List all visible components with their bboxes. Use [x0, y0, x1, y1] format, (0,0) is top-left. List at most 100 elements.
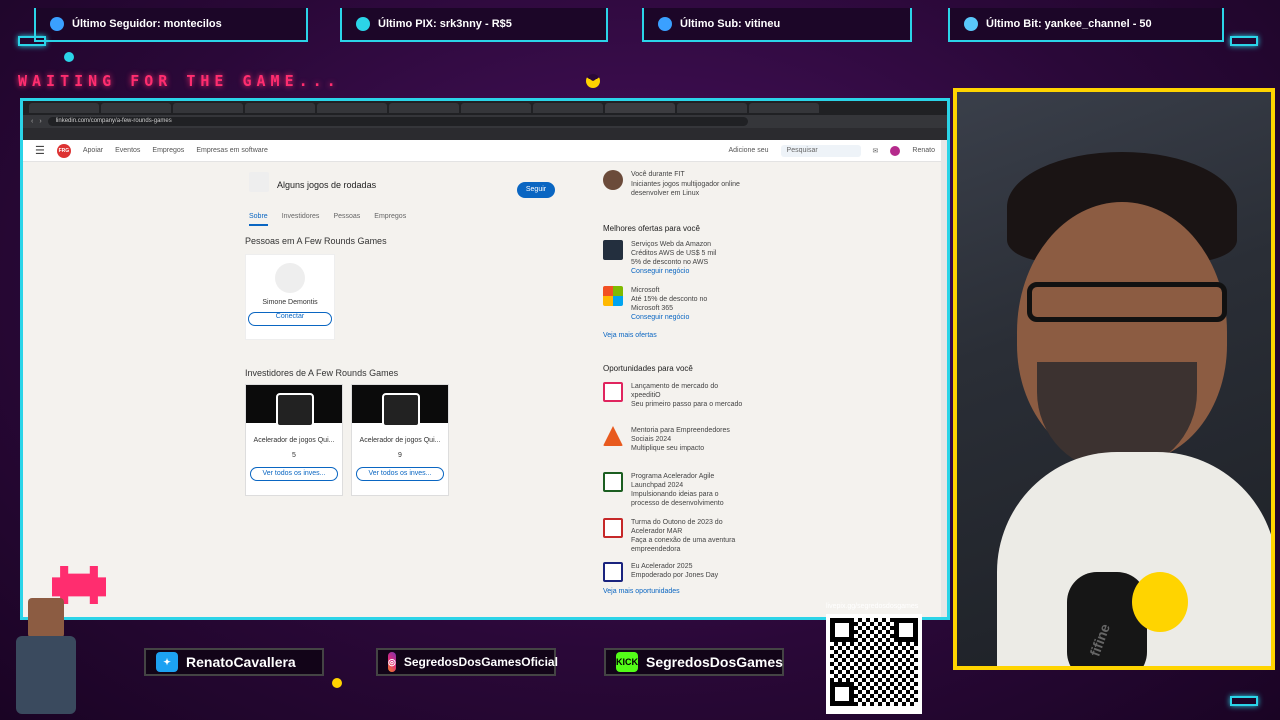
- opportunity-desc: Empoderado por Jones Day: [631, 572, 719, 579]
- company-subtabs: Sobre Investidores Pessoas Empregos: [249, 213, 406, 226]
- opportunity-icon: [603, 518, 623, 538]
- twitter-icon: ✦: [156, 652, 178, 672]
- see-all-investors-button[interactable]: Ver todos os inves...: [356, 467, 444, 481]
- dollar-icon: [356, 17, 370, 31]
- qr-pattern: [830, 618, 918, 706]
- investor-banner: [246, 385, 342, 427]
- opportunity-title: Lançamento de mercado do xpeeditiO: [631, 383, 719, 399]
- browser-tab[interactable]: [101, 103, 171, 113]
- browser-tab[interactable]: [317, 103, 387, 113]
- smiley-icon: [1132, 572, 1188, 632]
- tab-people[interactable]: Pessoas: [333, 213, 360, 226]
- pixel-avatar: [6, 596, 86, 716]
- linkedin-page: ☰ FRG Apoiar Eventos Empregos Empresas e…: [23, 140, 947, 617]
- aws-icon: [603, 240, 623, 260]
- nav-link[interactable]: Eventos: [115, 147, 140, 154]
- user-name[interactable]: Renato: [912, 147, 935, 154]
- microsoft-icon: [603, 286, 623, 306]
- webcam-feed: fifine: [953, 88, 1275, 670]
- opportunity-title: Mentoria para Empreendedores Sociais 202…: [631, 427, 730, 443]
- avatar[interactable]: [890, 145, 901, 156]
- browser-tab[interactable]: [245, 103, 315, 113]
- back-icon[interactable]: ‹: [31, 118, 33, 125]
- tab-jobs[interactable]: Empregos: [374, 213, 406, 226]
- browser-tab-active[interactable]: [605, 103, 675, 113]
- browser-tab[interactable]: [677, 103, 747, 113]
- connect-button[interactable]: Conectar: [248, 312, 332, 326]
- social-label: SegredosDosGames: [646, 654, 783, 670]
- nav-link[interactable]: Empresas em software: [196, 147, 268, 154]
- nav-link[interactable]: Apoiar: [83, 147, 103, 154]
- menu-icon[interactable]: ☰: [35, 144, 45, 157]
- browser-tab[interactable]: [461, 103, 531, 113]
- people-heading: Pessoas em A Few Rounds Games: [245, 236, 387, 246]
- tab-investors[interactable]: Investidores: [282, 213, 320, 226]
- company-logo-small[interactable]: FRG: [56, 143, 71, 158]
- search-input[interactable]: Pesquisar: [780, 144, 861, 157]
- browser-tab[interactable]: [533, 103, 603, 113]
- investor-logo: [382, 393, 420, 427]
- social-twitter[interactable]: ✦ RenatoCavallera: [144, 648, 324, 676]
- alert-last-sub: Último Sub: vitineu: [642, 8, 912, 42]
- kick-icon: KICK: [616, 652, 638, 672]
- browser-tab[interactable]: [389, 103, 459, 113]
- see-more-opps-link[interactable]: Veja mais oportunidades: [603, 588, 680, 595]
- streamer-glasses: [1027, 282, 1227, 322]
- person-avatar: [275, 263, 305, 293]
- follow-button[interactable]: Seguir: [517, 182, 555, 198]
- neon-accent: [1230, 696, 1258, 706]
- offer-title: Serviços Web da Amazon: [631, 241, 712, 248]
- scrollbar[interactable]: [941, 140, 947, 617]
- tab-about[interactable]: Sobre: [249, 213, 268, 226]
- alert-label: Último PIX: srk3nny - R$5: [378, 18, 512, 30]
- dot-decoration: [332, 678, 342, 688]
- opportunity-desc: Seu primeiro passo para o mercado: [631, 401, 743, 408]
- social-kick[interactable]: KICK SegredosDosGames: [604, 648, 784, 676]
- social-label: SegredosDosGamesOficial: [403, 655, 558, 669]
- browser-tab[interactable]: [29, 103, 99, 113]
- offer-desc: Até 15% de desconto no: [631, 296, 708, 303]
- opportunity-icon: [603, 562, 623, 582]
- star-icon: [658, 17, 672, 31]
- mail-icon[interactable]: ✉: [873, 147, 879, 155]
- nav-add-link[interactable]: Adicione seu: [728, 147, 768, 154]
- nav-link[interactable]: Empregos: [152, 147, 184, 154]
- offer-title: Microsoft: [631, 287, 660, 294]
- linkedin-topnav: ☰ FRG Apoiar Eventos Empregos Empresas e…: [23, 140, 947, 162]
- opps-heading: Oportunidades para você: [603, 364, 693, 373]
- person-name[interactable]: Simone Demontis: [246, 299, 334, 306]
- see-all-investors-button[interactable]: Ver todos os inves...: [250, 467, 338, 481]
- investor-logo: [276, 393, 314, 427]
- forward-icon[interactable]: ›: [39, 118, 41, 125]
- investor-banner: [352, 385, 448, 427]
- address-bar: ‹ › linkedin.com/company/a-few-rounds-ga…: [23, 115, 947, 128]
- investors-heading: Investidores de A Few Rounds Games: [245, 368, 399, 378]
- browser-tab[interactable]: [749, 103, 819, 113]
- profile-thumb: [603, 170, 623, 190]
- browser-window: ‹ › linkedin.com/company/a-few-rounds-ga…: [20, 98, 950, 620]
- social-instagram[interactable]: ◎ SegredosDosGamesOficial: [376, 648, 558, 676]
- offer-link[interactable]: Conseguir negócio: [631, 268, 689, 275]
- qr-finder: [830, 682, 854, 706]
- browser-tab[interactable]: [173, 103, 243, 113]
- top-item-title: Você durante FIT: [631, 171, 685, 178]
- opportunity-title: Eu Acelerador 2025: [631, 563, 693, 570]
- url-field[interactable]: linkedin.com/company/a-few-rounds-games: [47, 117, 748, 126]
- diamond-icon: [964, 17, 978, 31]
- top-item-desc: Iniciantes jogos multijogador online des…: [631, 181, 740, 197]
- alert-label: Último Bit: yankee_channel - 50: [986, 18, 1152, 30]
- alert-last-bit: Último Bit: yankee_channel - 50: [948, 8, 1224, 42]
- person-card: Simone Demontis Conectar: [245, 254, 335, 340]
- qr-code[interactable]: [826, 614, 922, 714]
- alert-last-pix: Último PIX: srk3nny - R$5: [340, 8, 608, 42]
- offer-link[interactable]: Conseguir negócio: [631, 314, 689, 321]
- instagram-icon: ◎: [388, 652, 396, 672]
- qr-url: livepix.gg/segredosdosgames: [826, 603, 919, 610]
- opportunity-icon: [603, 382, 623, 402]
- dot-decoration: [64, 52, 74, 62]
- opportunity-desc: Multiplique seu impacto: [631, 445, 705, 452]
- investor-name[interactable]: Acelerador de jogos Qui...: [246, 437, 342, 444]
- investor-name[interactable]: Acelerador de jogos Qui...: [352, 437, 448, 444]
- see-more-offers-link[interactable]: Veja mais ofertas: [603, 332, 657, 339]
- user-icon: [50, 17, 64, 31]
